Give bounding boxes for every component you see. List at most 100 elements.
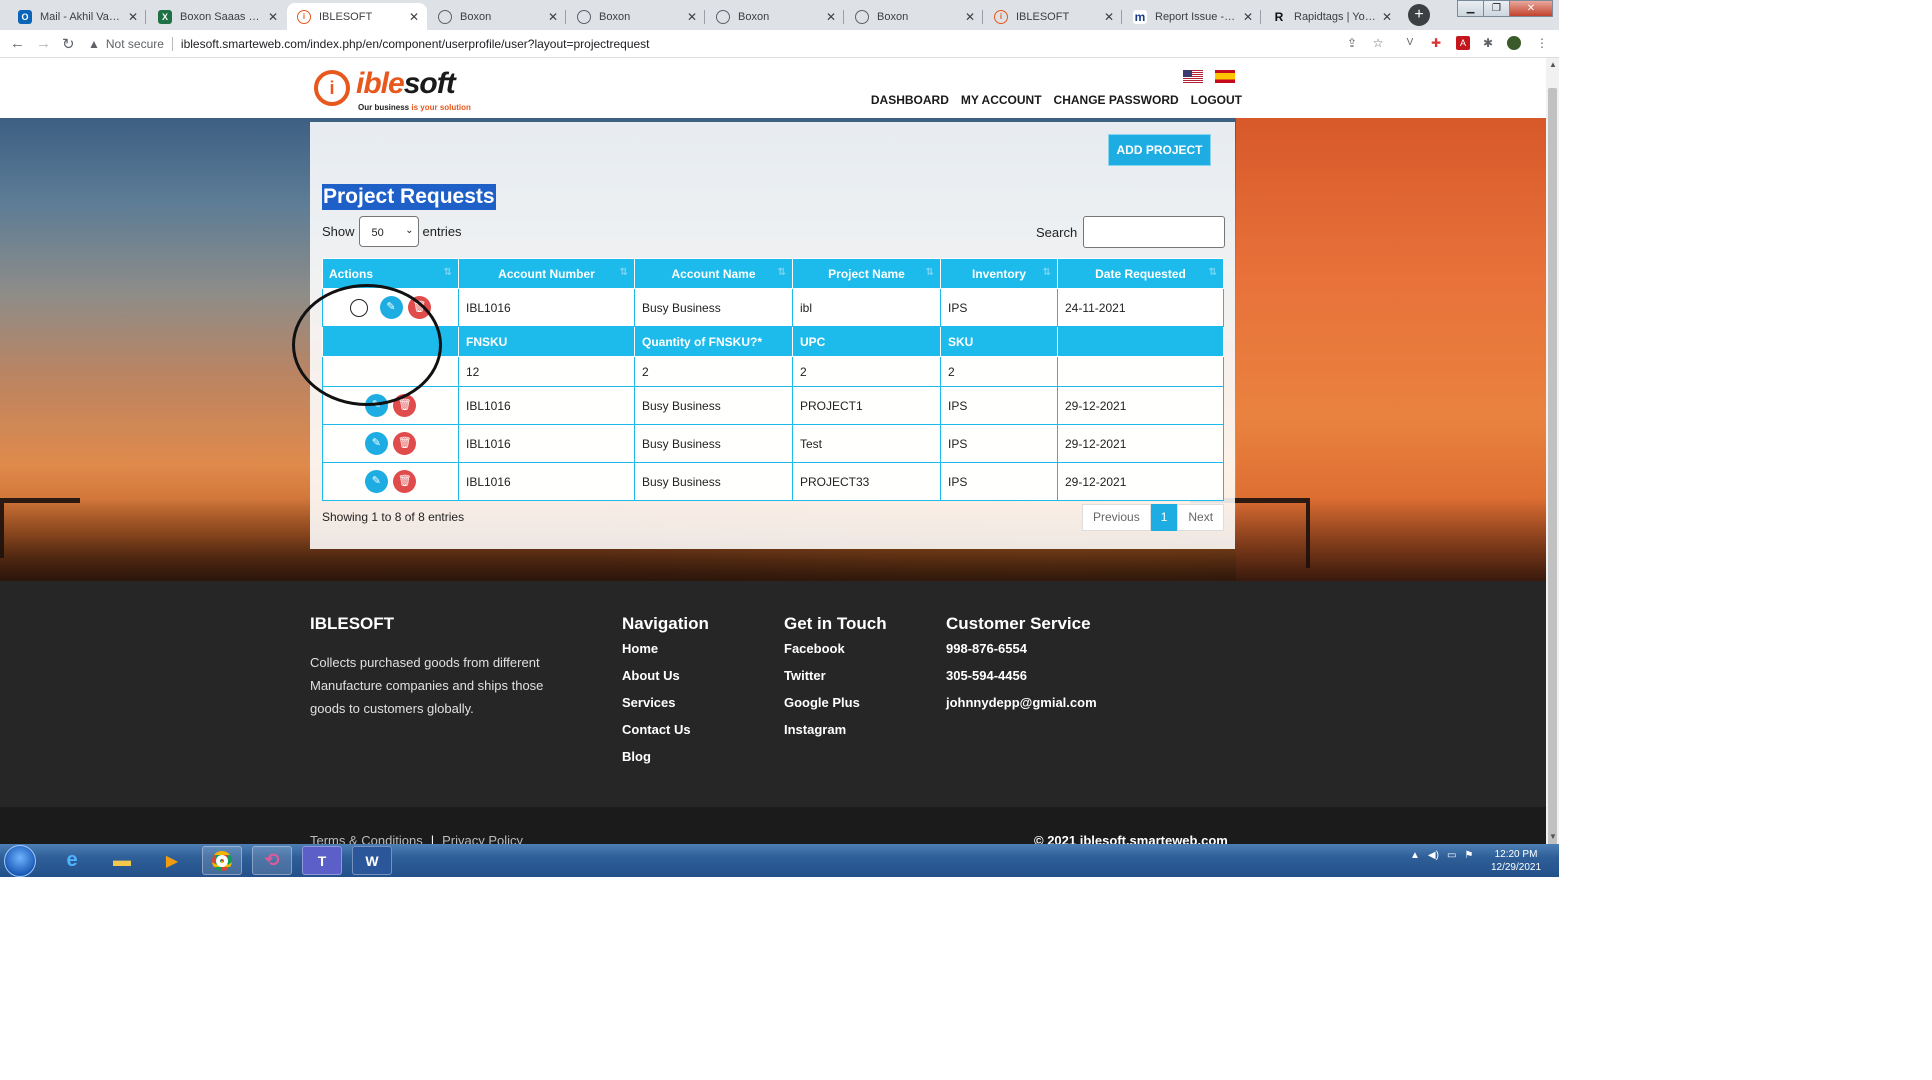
browser-tab[interactable]: Boxon ✕	[706, 3, 844, 30]
english-flag-icon[interactable]	[1183, 70, 1203, 83]
sort-icon[interactable]: ⇅	[620, 267, 628, 278]
remote-app-icon[interactable]: ⟲	[252, 846, 292, 875]
page-length-select[interactable]: 50 ⌄	[358, 216, 419, 247]
restore-icon[interactable]: ❐	[1483, 0, 1510, 17]
browser-tab[interactable]: X Boxon Saaas V2.0.xls ✕	[148, 3, 286, 30]
media-player-icon[interactable]: ▶	[152, 846, 192, 875]
browser-tab[interactable]: Boxon ✕	[428, 3, 566, 30]
action-center-icon[interactable]: ⚑	[1464, 850, 1473, 861]
url-text[interactable]: iblesoft.smarteweb.com/index.php/en/comp…	[181, 37, 650, 51]
sort-icon[interactable]: ⇅	[926, 267, 934, 278]
page-scrollbar[interactable]: ▲ ▼	[1546, 58, 1559, 858]
nav-dashboard[interactable]: DASHBOARD	[871, 93, 949, 107]
tab-close-icon[interactable]: ✕	[685, 10, 699, 24]
edit-icon[interactable]: ✎	[364, 470, 388, 493]
search-input[interactable]	[1083, 216, 1226, 248]
sort-icon[interactable]: ⇅	[778, 267, 786, 278]
footer-email[interactable]: johnnydepp@gmial.com	[946, 695, 1097, 722]
tab-close-icon[interactable]: ✕	[546, 10, 560, 24]
previous-page-button[interactable]: Previous	[1082, 504, 1151, 531]
chrome-icon[interactable]	[202, 846, 242, 875]
puzzle-icon[interactable]: ✱	[1481, 36, 1495, 50]
sort-icon[interactable]: ⇅	[1043, 267, 1051, 278]
scroll-up-icon[interactable]: ▲	[1549, 60, 1557, 69]
scrollbar-thumb[interactable]	[1548, 88, 1557, 858]
footer-link-google-plus[interactable]: Google Plus	[784, 695, 860, 722]
footer-link-home[interactable]: Home	[622, 641, 691, 668]
next-page-button[interactable]: Next	[1177, 504, 1225, 531]
bookmark-star-icon[interactable]: ☆	[1371, 36, 1385, 50]
footer-link-services[interactable]: Services	[622, 695, 691, 722]
browser-tab[interactable]: m Report Issue - Mant ✕	[1123, 3, 1261, 30]
sort-icon[interactable]: ⇅	[1209, 267, 1217, 278]
tab-title: Boxon	[738, 10, 770, 23]
spanish-flag-icon[interactable]	[1215, 70, 1235, 83]
tab-close-icon[interactable]: ✕	[1102, 10, 1116, 24]
forward-icon[interactable]: →	[36, 35, 51, 52]
tab-close-icon[interactable]: ✕	[824, 10, 838, 24]
footer-phone-1[interactable]: 998-876-6554	[946, 641, 1097, 668]
nav-logout[interactable]: LOGOUT	[1191, 93, 1242, 107]
trash-icon[interactable]: 🗑	[393, 470, 417, 493]
volume-icon[interactable]: ◀)	[1428, 850, 1439, 861]
extension-icon[interactable]: V	[1403, 36, 1417, 50]
nav-my-account[interactable]: MY ACCOUNT	[961, 93, 1042, 107]
footer-link-instagram[interactable]: Instagram	[784, 722, 860, 749]
word-icon[interactable]: W	[352, 846, 392, 875]
internet-explorer-icon[interactable]: e	[52, 846, 92, 875]
column-header-actions[interactable]: Actions ⇅	[322, 258, 459, 289]
nav-change-password[interactable]: CHANGE PASSWORD	[1054, 93, 1179, 107]
footer-link-facebook[interactable]: Facebook	[784, 641, 860, 668]
footer-link-twitter[interactable]: Twitter	[784, 668, 860, 695]
avatar[interactable]	[1507, 36, 1521, 50]
tab-close-icon[interactable]: ✕	[126, 10, 140, 24]
browser-tab[interactable]: R Rapidtags | YouTube ✕	[1262, 3, 1400, 30]
close-window-icon[interactable]: ✕	[1509, 0, 1553, 17]
column-header-project-name[interactable]: Project Name ⇅	[792, 258, 941, 289]
network-icon[interactable]: ▭	[1447, 850, 1456, 861]
tab-close-icon[interactable]: ✕	[1241, 10, 1255, 24]
menu-icon[interactable]: ⋮	[1535, 36, 1549, 50]
edit-icon[interactable]: ✎	[364, 432, 388, 455]
site-logo[interactable]: i iblesoft Our business is your solution	[312, 67, 482, 115]
back-icon[interactable]: ←	[10, 35, 25, 52]
scroll-down-icon[interactable]: ▼	[1549, 832, 1557, 841]
start-button[interactable]	[4, 845, 36, 877]
sort-icon[interactable]: ⇅	[444, 267, 452, 278]
browser-tab[interactable]: Boxon ✕	[567, 3, 705, 30]
teams-icon[interactable]: T	[302, 846, 342, 875]
pdf-extension-icon[interactable]: A	[1456, 36, 1470, 50]
browser-tab[interactable]: O Mail - Akhil Varma F ✕	[8, 3, 146, 30]
warning-icon[interactable]: ▲	[88, 37, 100, 51]
new-tab-button[interactable]: +	[1408, 4, 1430, 26]
extension-badge-icon[interactable]: ✚	[1429, 36, 1443, 50]
footer-link-contact[interactable]: Contact Us	[622, 722, 691, 749]
page-1-button[interactable]: 1	[1150, 504, 1178, 531]
add-project-button[interactable]: ADD PROJECT	[1108, 134, 1211, 166]
tab-close-icon[interactable]: ✕	[963, 10, 977, 24]
browser-tab-active[interactable]: i IBLESOFT ✕	[287, 3, 427, 30]
trash-icon[interactable]: 🗑	[393, 432, 417, 455]
tab-close-icon[interactable]: ✕	[1380, 10, 1394, 24]
column-header-date-requested[interactable]: Date Requested ⇅	[1057, 258, 1224, 289]
footer-link-about[interactable]: About Us	[622, 668, 691, 695]
footer-link-blog[interactable]: Blog	[622, 749, 691, 776]
address-bar[interactable]: ▲ Not secure iblesoft.smarteweb.com/inde…	[88, 33, 1388, 55]
tray-expand-icon[interactable]: ▲	[1410, 850, 1420, 861]
tab-close-icon[interactable]: ✕	[407, 10, 421, 24]
column-header-inventory[interactable]: Inventory ⇅	[940, 258, 1058, 289]
terms-link[interactable]: Terms & Conditions	[310, 833, 423, 844]
minimize-icon[interactable]: ▁	[1457, 0, 1484, 17]
browser-tab[interactable]: i IBLESOFT ✕	[984, 3, 1122, 30]
taskbar-clock[interactable]: 12:20 PM 12/29/2021	[1490, 848, 1542, 874]
browser-tab[interactable]: Boxon ✕	[845, 3, 983, 30]
share-icon[interactable]: ⇪	[1345, 36, 1359, 50]
tab-close-icon[interactable]: ✕	[266, 10, 280, 24]
footer-phone-2[interactable]: 305-594-4456	[946, 668, 1097, 695]
column-header-account-number[interactable]: Account Number ⇅	[458, 258, 635, 289]
security-label[interactable]: Not secure	[106, 37, 164, 51]
column-header-account-name[interactable]: Account Name ⇅	[634, 258, 793, 289]
file-explorer-icon[interactable]: ▬	[102, 846, 142, 875]
reload-icon[interactable]: ↻	[62, 35, 75, 53]
privacy-link[interactable]: Privacy Policy	[442, 833, 523, 844]
